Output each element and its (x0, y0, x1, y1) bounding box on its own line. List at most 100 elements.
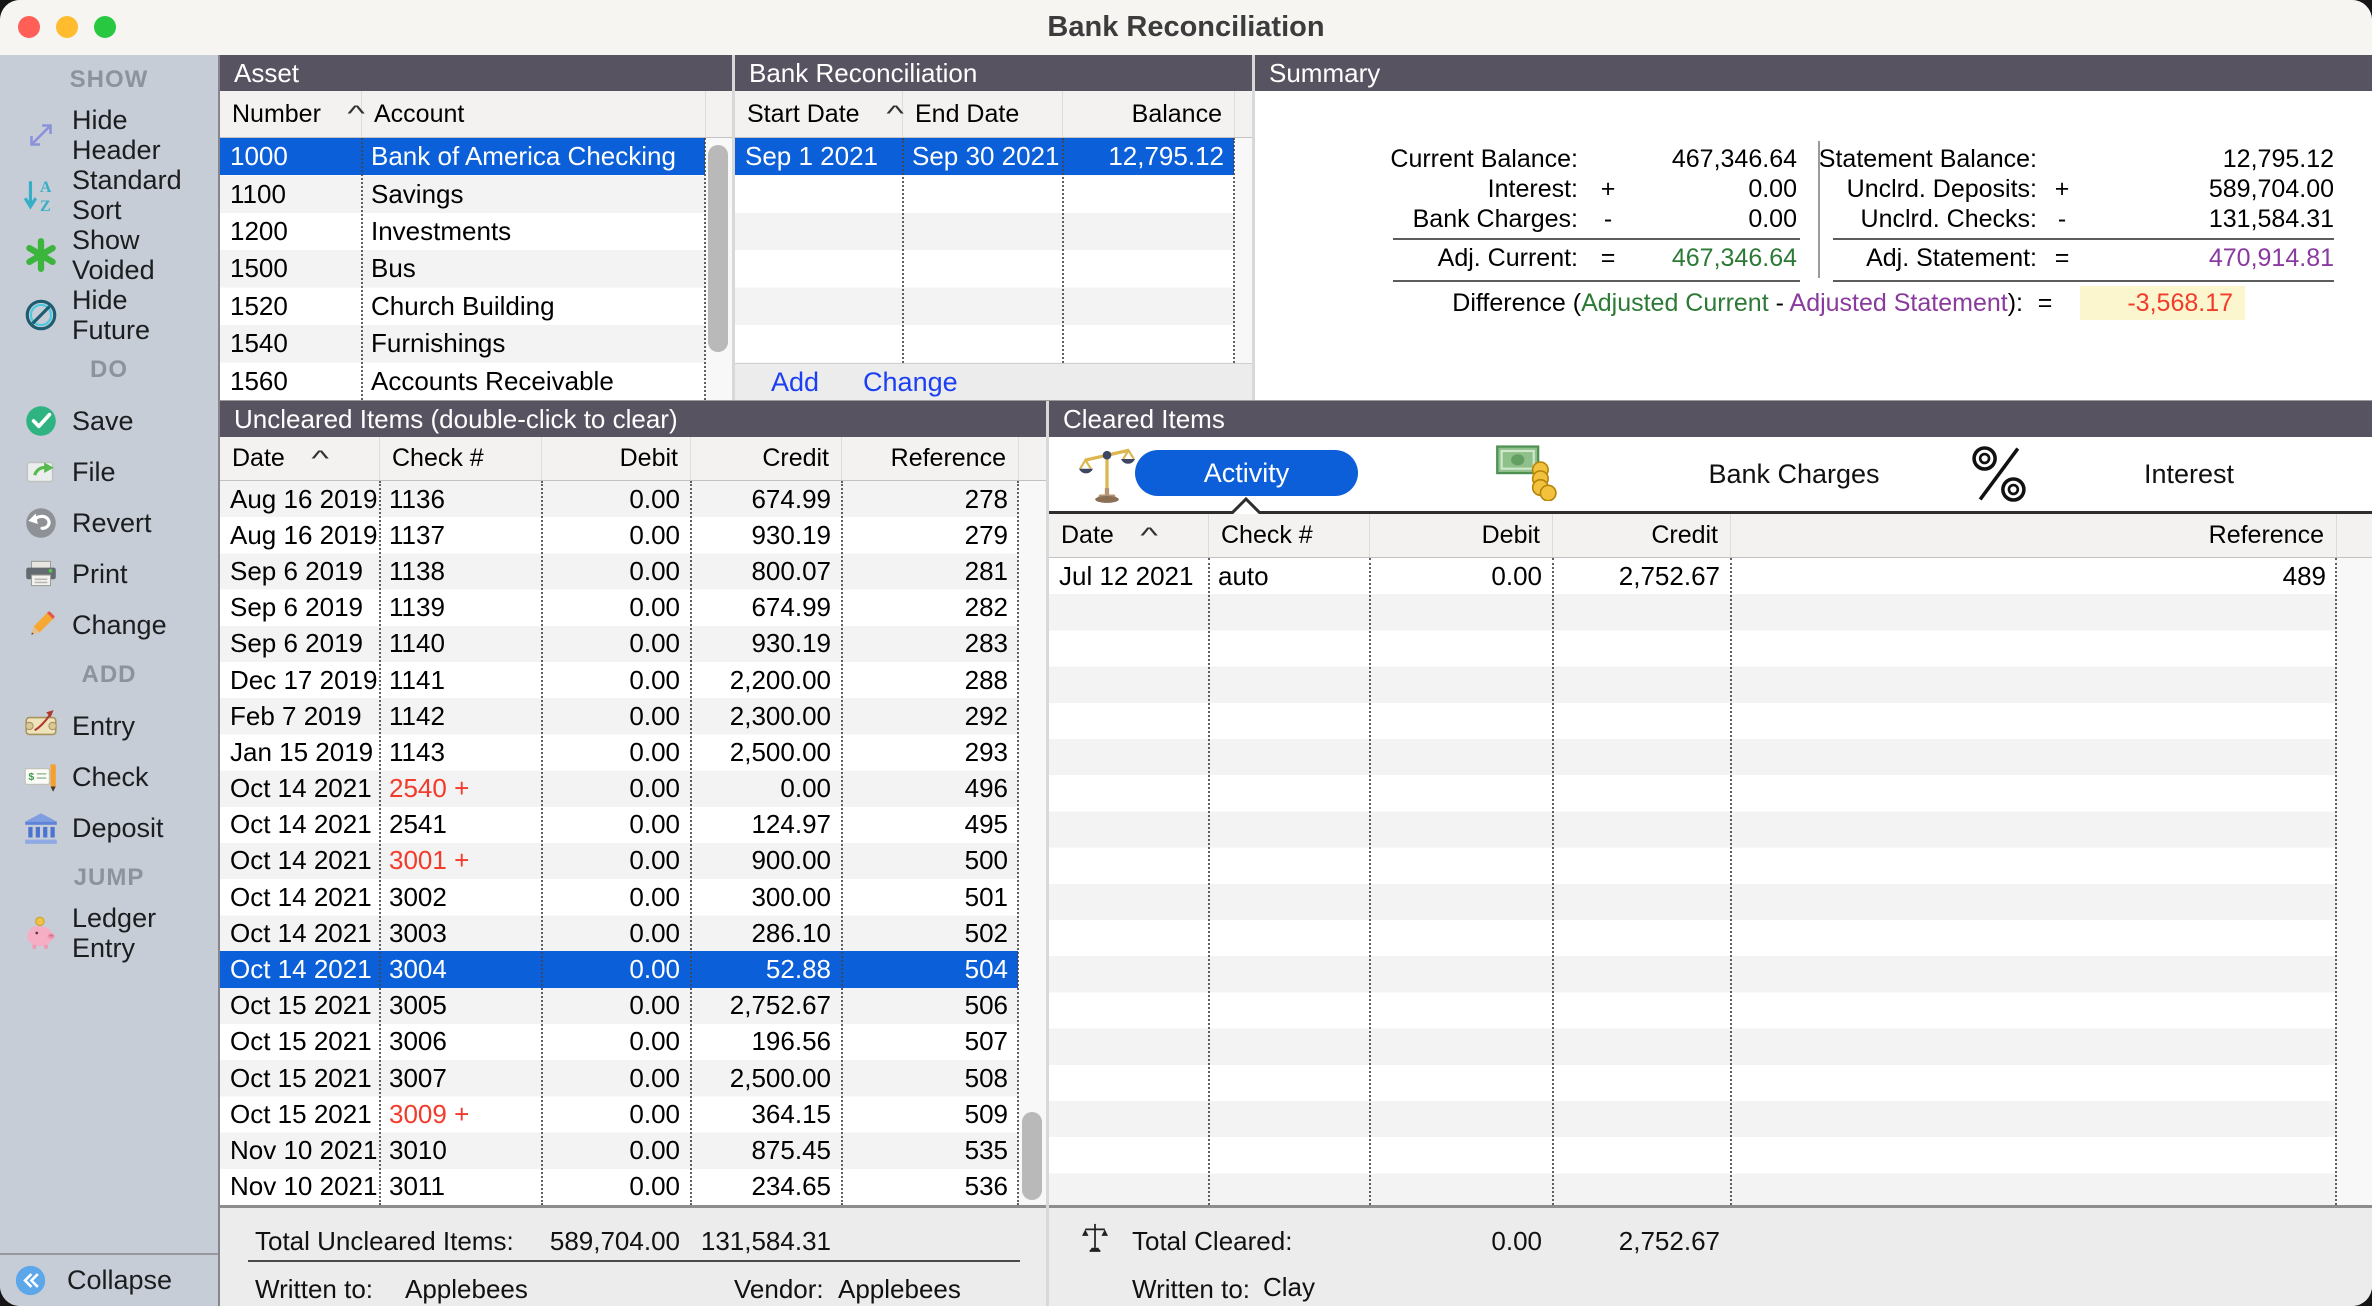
column-header-credit[interactable]: Credit (690, 437, 841, 480)
sidebar-item-print[interactable]: Print (0, 548, 218, 599)
statement-balance-label: Statement Balance: (1737, 144, 2037, 174)
cell-debit: 0.00 (541, 592, 690, 623)
cell-debit: 0.00 (541, 520, 690, 551)
table-row[interactable]: Oct 14 20212540 +0.000.00496 (220, 771, 1018, 807)
table-row[interactable]: Oct 14 202130040.0052.88504 (220, 951, 1018, 987)
table-row[interactable]: Oct 14 202130020.00300.00501 (220, 879, 1018, 915)
column-header-check[interactable]: Check # (379, 437, 541, 480)
table-row[interactable]: 1560Accounts Receivable (220, 362, 705, 399)
collapse-label: Collapse (67, 1265, 172, 1296)
column-header-reference[interactable]: Reference (841, 437, 1018, 480)
table-row[interactable]: Dec 17 201911410.002,200.00288 (220, 662, 1018, 698)
collapse-icon (14, 1264, 47, 1297)
cell-date: Aug 16 2019 (220, 520, 379, 551)
sidebar-item-change[interactable]: Change (0, 599, 218, 650)
table-row[interactable]: 1100Savings (220, 175, 705, 212)
sidebar-item-ledger-entry[interactable]: Ledger Entry (0, 903, 218, 963)
sidebar-item-save[interactable]: Save (0, 395, 218, 446)
cell-credit: 875.45 (690, 1135, 841, 1166)
table-row[interactable]: Feb 7 201911420.002,300.00292 (220, 698, 1018, 734)
cell-check: 3011 (379, 1171, 541, 1202)
cleared-total-label: Total Cleared: (1132, 1226, 1292, 1256)
uncleared-scrollbar-track[interactable] (1018, 481, 1046, 1205)
column-header-reference[interactable]: Reference (1730, 514, 2336, 557)
table-row[interactable]: Oct 14 202130030.00286.10502 (220, 915, 1018, 951)
table-row[interactable]: 1520Church Building (220, 288, 705, 325)
add-reconciliation-link[interactable]: Add (771, 367, 819, 398)
sidebar-item-label: Change (72, 610, 167, 640)
table-row[interactable]: Aug 16 201911370.00930.19279 (220, 517, 1018, 553)
sidebar-item-hide-header[interactable]: Hide Header (0, 105, 218, 165)
cell-check: 3002 (379, 882, 541, 913)
summary-panel: Summary Current Balance: 467,346.64 Inte… (1255, 55, 2372, 400)
column-header-debit[interactable]: Debit (1369, 514, 1552, 557)
table-row[interactable]: 1540Furnishings (220, 325, 705, 362)
column-header-start-date[interactable]: Start Date^ (735, 91, 902, 137)
cell-debit: 0.00 (541, 484, 690, 515)
change-reconciliation-link[interactable]: Change (863, 367, 958, 398)
table-row[interactable]: Jan 15 201911430.002,500.00293 (220, 734, 1018, 770)
table-row[interactable]: Oct 15 202130050.002,752.67506 (220, 988, 1018, 1024)
column-header-debit[interactable]: Debit (541, 437, 690, 480)
sidebar-item-revert[interactable]: Revert (0, 497, 218, 548)
sidebar-item-entry[interactable]: Entry (0, 700, 218, 751)
tab-bank-charges[interactable]: Bank Charges (1669, 437, 1919, 511)
table-row[interactable]: Oct 15 20213009 +0.00364.15509 (220, 1096, 1018, 1132)
table-row[interactable]: 1200Investments (220, 213, 705, 250)
table-row[interactable]: Nov 10 202130110.00234.65536 (220, 1169, 1018, 1205)
sidebar-item-hide-future[interactable]: Hide Future (0, 285, 218, 345)
sidebar-item-label: Entry (72, 711, 135, 741)
uncleared-checks-label: Unclrd. Checks: (1737, 204, 2037, 234)
column-header-date[interactable]: Date^ (1049, 514, 1208, 557)
cell-account: Bus (361, 253, 705, 284)
cell-debit: 0.00 (541, 737, 690, 768)
sidebar-item-label: Hide Future (72, 285, 212, 345)
column-header-end-date[interactable]: End Date (902, 91, 1062, 137)
table-row[interactable]: Nov 10 202130100.00875.45535 (220, 1132, 1018, 1168)
cell-check: 1141 (379, 665, 541, 696)
table-row[interactable]: 1000Bank of America Checking (220, 138, 705, 175)
asset-scrollbar-thumb[interactable] (708, 145, 728, 352)
cell-date: Nov 10 2021 (220, 1135, 379, 1166)
table-row[interactable]: Aug 16 201911360.00674.99278 (220, 481, 1018, 517)
sidebar-item-file[interactable]: File (0, 446, 218, 497)
table-row[interactable]: Sep 1 2021Sep 30 202112,795.12 (735, 138, 1234, 175)
tab-interest[interactable]: Interest (2089, 437, 2289, 511)
cell-date: Dec 17 2019 (220, 665, 379, 696)
column-header-credit[interactable]: Credit (1552, 514, 1730, 557)
table-row[interactable]: Jul 12 2021auto0.002,752.67489 (1049, 558, 2336, 594)
sidebar-item-deposit[interactable]: Deposit (0, 802, 218, 853)
cell-credit: 800.07 (690, 556, 841, 587)
uncleared-scrollbar-thumb[interactable] (1022, 1112, 1042, 1200)
asset-scrollbar-track[interactable] (705, 138, 732, 400)
sidebar-item-check[interactable]: $Check (0, 751, 218, 802)
cell-check: 1138 (379, 556, 541, 587)
cell-credit: 300.00 (690, 882, 841, 913)
table-row[interactable]: Sep 6 201911390.00674.99282 (220, 590, 1018, 626)
table-row[interactable]: 1500Bus (220, 250, 705, 287)
sidebar-item-label: Print (72, 559, 128, 589)
sort-ascending-icon: ^ (1140, 523, 1158, 549)
column-header-check[interactable]: Check # (1208, 514, 1369, 557)
cell-debit: 0.00 (541, 1063, 690, 1094)
reconciliation-actions: Add Change (735, 363, 1252, 400)
table-row[interactable]: Oct 15 202130060.00196.56507 (220, 1024, 1018, 1060)
table-row[interactable]: Sep 6 201911400.00930.19283 (220, 626, 1018, 662)
table-row[interactable]: Sep 6 201911380.00800.07281 (220, 553, 1018, 589)
table-row[interactable]: Oct 14 20213001 +0.00900.00500 (220, 843, 1018, 879)
revert-icon (22, 504, 60, 542)
collapse-button[interactable]: Collapse (0, 1253, 218, 1306)
table-row[interactable]: Oct 15 202130070.002,500.00508 (220, 1060, 1018, 1096)
cell-debit: 0.00 (541, 1171, 690, 1202)
sidebar-item-standard-sort[interactable]: AZStandard Sort (0, 165, 218, 225)
uncleared-deposits-value: 589,704.00 (2114, 174, 2334, 204)
column-header-date[interactable]: Date^ (220, 437, 379, 480)
reconciliation-panel-title: Bank Reconciliation (735, 55, 1252, 91)
column-header-number[interactable]: Number^ (220, 91, 361, 137)
column-header-balance[interactable]: Balance (1062, 91, 1234, 137)
cell-credit: 52.88 (690, 954, 841, 985)
sidebar-item-show-voided[interactable]: Show Voided (0, 225, 218, 285)
table-row[interactable]: Oct 14 202125410.00124.97495 (220, 807, 1018, 843)
tab-activity[interactable]: Activity (1135, 450, 1358, 496)
column-header-account[interactable]: Account (361, 91, 705, 137)
